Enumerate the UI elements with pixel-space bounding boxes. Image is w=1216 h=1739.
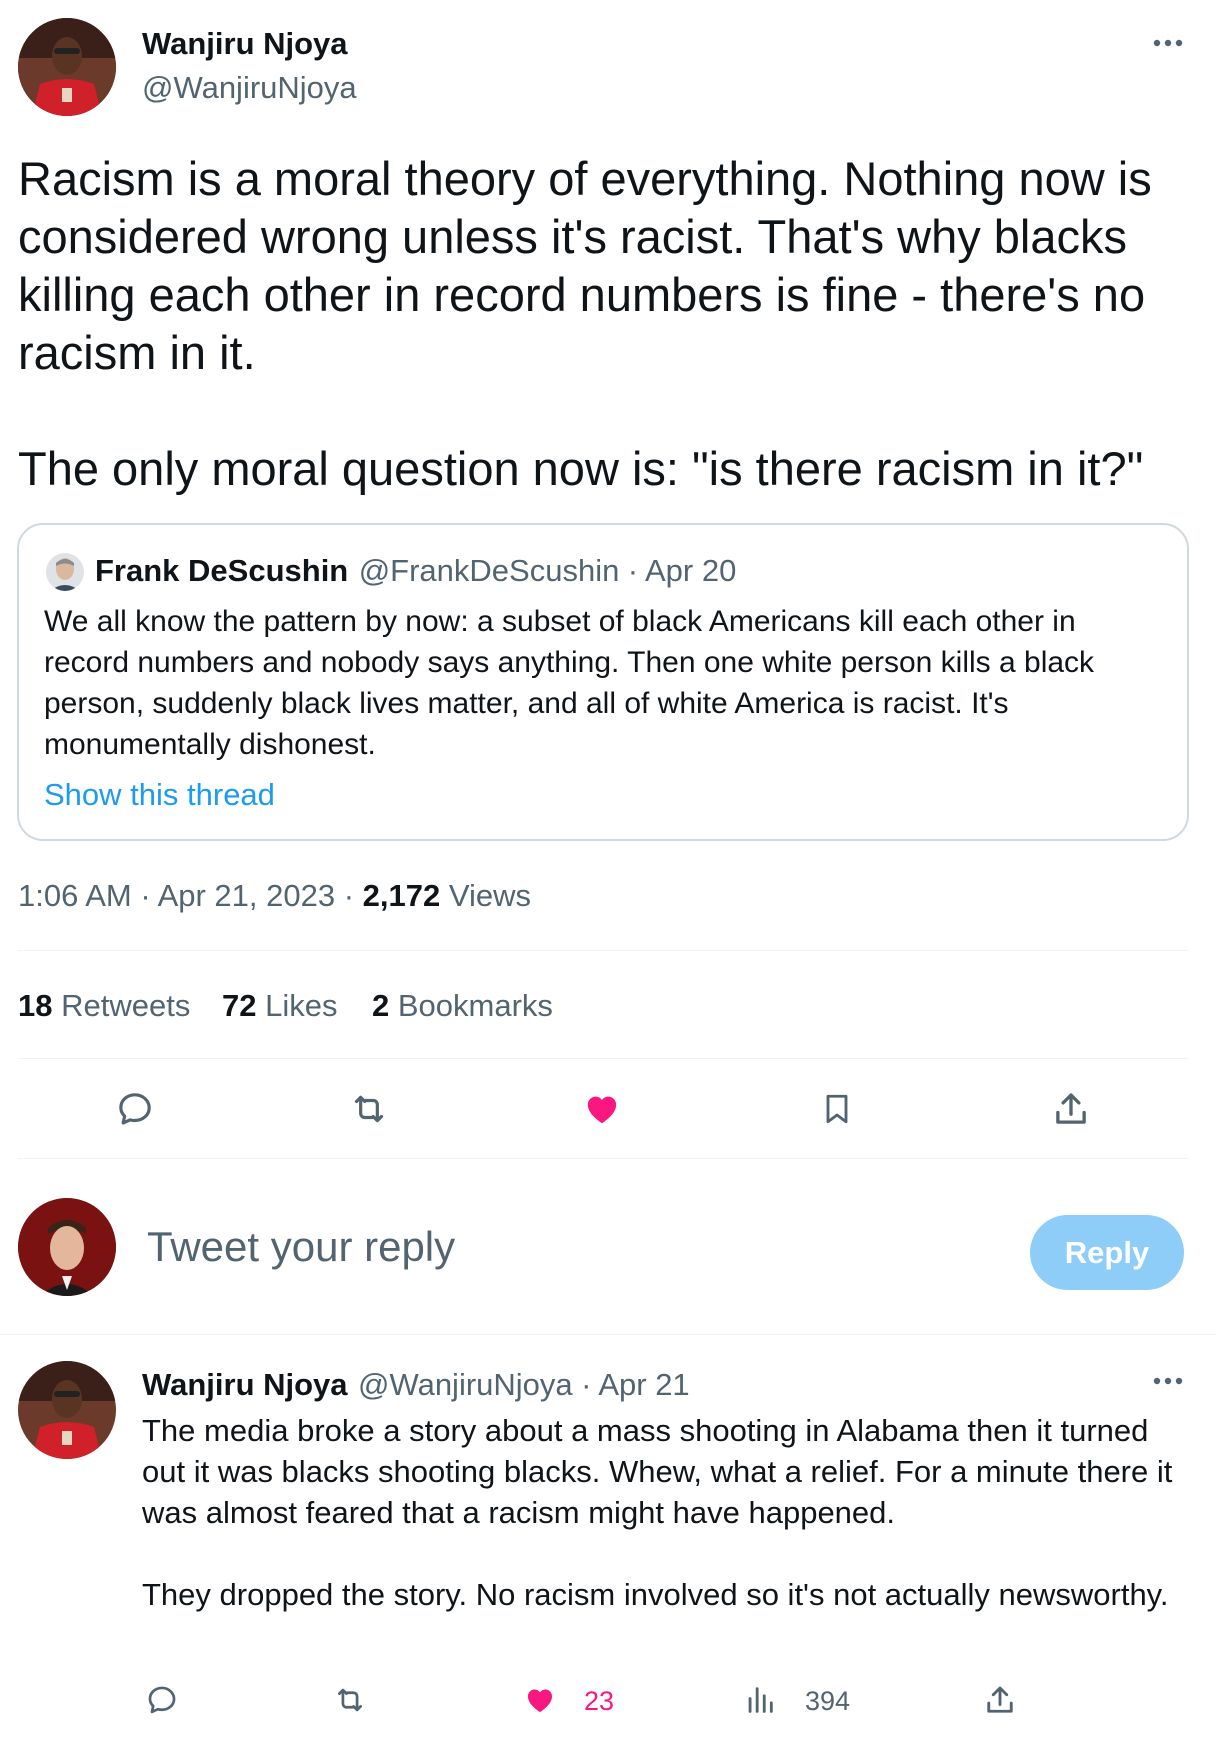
comment-icon: [119, 1093, 151, 1125]
views-label: Views: [448, 878, 532, 913]
quoted-tweet-text: We all know the pattern by now: a subset…: [44, 605, 1095, 761]
bookmarks-label: Bookmarks: [397, 988, 553, 1023]
tweet-timestamp[interactable]: 1:06 AM · Apr 21, 2023 ·: [18, 878, 354, 913]
like-button[interactable]: [577, 1086, 627, 1132]
reply-views-count: 394: [805, 1686, 851, 1716]
share-icon: [1056, 1093, 1086, 1124]
current-user-avatar[interactable]: [18, 1198, 116, 1296]
reply-reply-button[interactable]: [140, 1680, 184, 1720]
quoted-author-handle[interactable]: @FrankDeScushin: [359, 553, 620, 588]
tweet-metadata: 1:06 AM · Apr 21, 2023 · 2,172 Views: [18, 878, 531, 914]
quoted-author-name[interactable]: Frank DeScushin: [95, 553, 348, 588]
reply-paragraph: They dropped the story. No racism involv…: [142, 1577, 1169, 1612]
share-button[interactable]: [1046, 1086, 1096, 1132]
retweets-label: Retweets: [61, 988, 191, 1023]
reply-likes-count: 23: [584, 1686, 615, 1716]
reply-views-button[interactable]: [738, 1680, 782, 1720]
author-name[interactable]: Wanjiru Njoya: [142, 26, 348, 62]
tweet-paragraph: The only moral question now is: "is ther…: [18, 442, 1144, 495]
reply-submit-button[interactable]: Reply: [1030, 1215, 1184, 1290]
author-handle[interactable]: @WanjiruNjoya: [142, 70, 357, 106]
comment-icon: [148, 1686, 176, 1714]
reply-tweet-text: The media broke a story about a mass sho…: [142, 1410, 1192, 1615]
more-options-icon[interactable]: [1150, 30, 1186, 56]
views-count: 2,172: [362, 878, 441, 913]
reply-like-button[interactable]: [518, 1680, 562, 1720]
reply-button[interactable]: [110, 1086, 160, 1132]
reply-author-avatar[interactable]: [18, 1361, 116, 1459]
heart-filled-icon: [587, 1096, 617, 1124]
bookmark-icon: [826, 1094, 848, 1124]
likes-stat[interactable]: 72 Likes: [222, 988, 337, 1024]
tweet-paragraph: Racism is a moral theory of everything. …: [18, 152, 1152, 379]
likes-label: Likes: [265, 988, 338, 1023]
retweets-count: 18: [18, 988, 53, 1023]
divider: [18, 950, 1188, 951]
likes-count: 72: [222, 988, 257, 1023]
share-icon: [987, 1686, 1013, 1713]
bookmarks-stat[interactable]: 2 Bookmarks: [372, 988, 553, 1024]
quoted-tweet-date[interactable]: · Apr 20: [628, 553, 737, 588]
retweet-icon: [338, 1688, 362, 1712]
bookmark-button[interactable]: [812, 1086, 862, 1132]
reply-share-button[interactable]: [978, 1680, 1022, 1720]
quoted-author-avatar: [46, 553, 84, 591]
analytics-icon: [748, 1687, 773, 1713]
retweets-stat[interactable]: 18 Retweets: [18, 988, 190, 1024]
retweet-button[interactable]: [344, 1086, 394, 1132]
reply-more-options-icon[interactable]: [1150, 1368, 1186, 1394]
divider: [0, 1334, 1216, 1335]
reply-paragraph: The media broke a story about a mass sho…: [142, 1413, 1173, 1530]
reply-tweet-date[interactable]: · Apr 21: [581, 1367, 690, 1402]
show-thread-link[interactable]: Show this thread: [44, 777, 275, 813]
divider: [18, 1158, 1188, 1159]
divider: [18, 1058, 1188, 1059]
reply-input[interactable]: Tweet your reply: [147, 1223, 455, 1271]
quoted-tweet-card[interactable]: Frank DeScushin @FrankDeScushin · Apr 20…: [17, 523, 1189, 841]
heart-filled-icon: [527, 1689, 553, 1713]
retweet-icon: [354, 1095, 384, 1123]
bookmarks-count: 2: [372, 988, 390, 1023]
reply-retweet-button[interactable]: [328, 1680, 372, 1720]
tweet-text: Racism is a moral theory of everything. …: [18, 150, 1208, 498]
reply-author-handle[interactable]: @WanjiruNjoya: [358, 1367, 573, 1402]
author-avatar[interactable]: [18, 18, 116, 116]
reply-author-name[interactable]: Wanjiru Njoya: [142, 1367, 348, 1402]
